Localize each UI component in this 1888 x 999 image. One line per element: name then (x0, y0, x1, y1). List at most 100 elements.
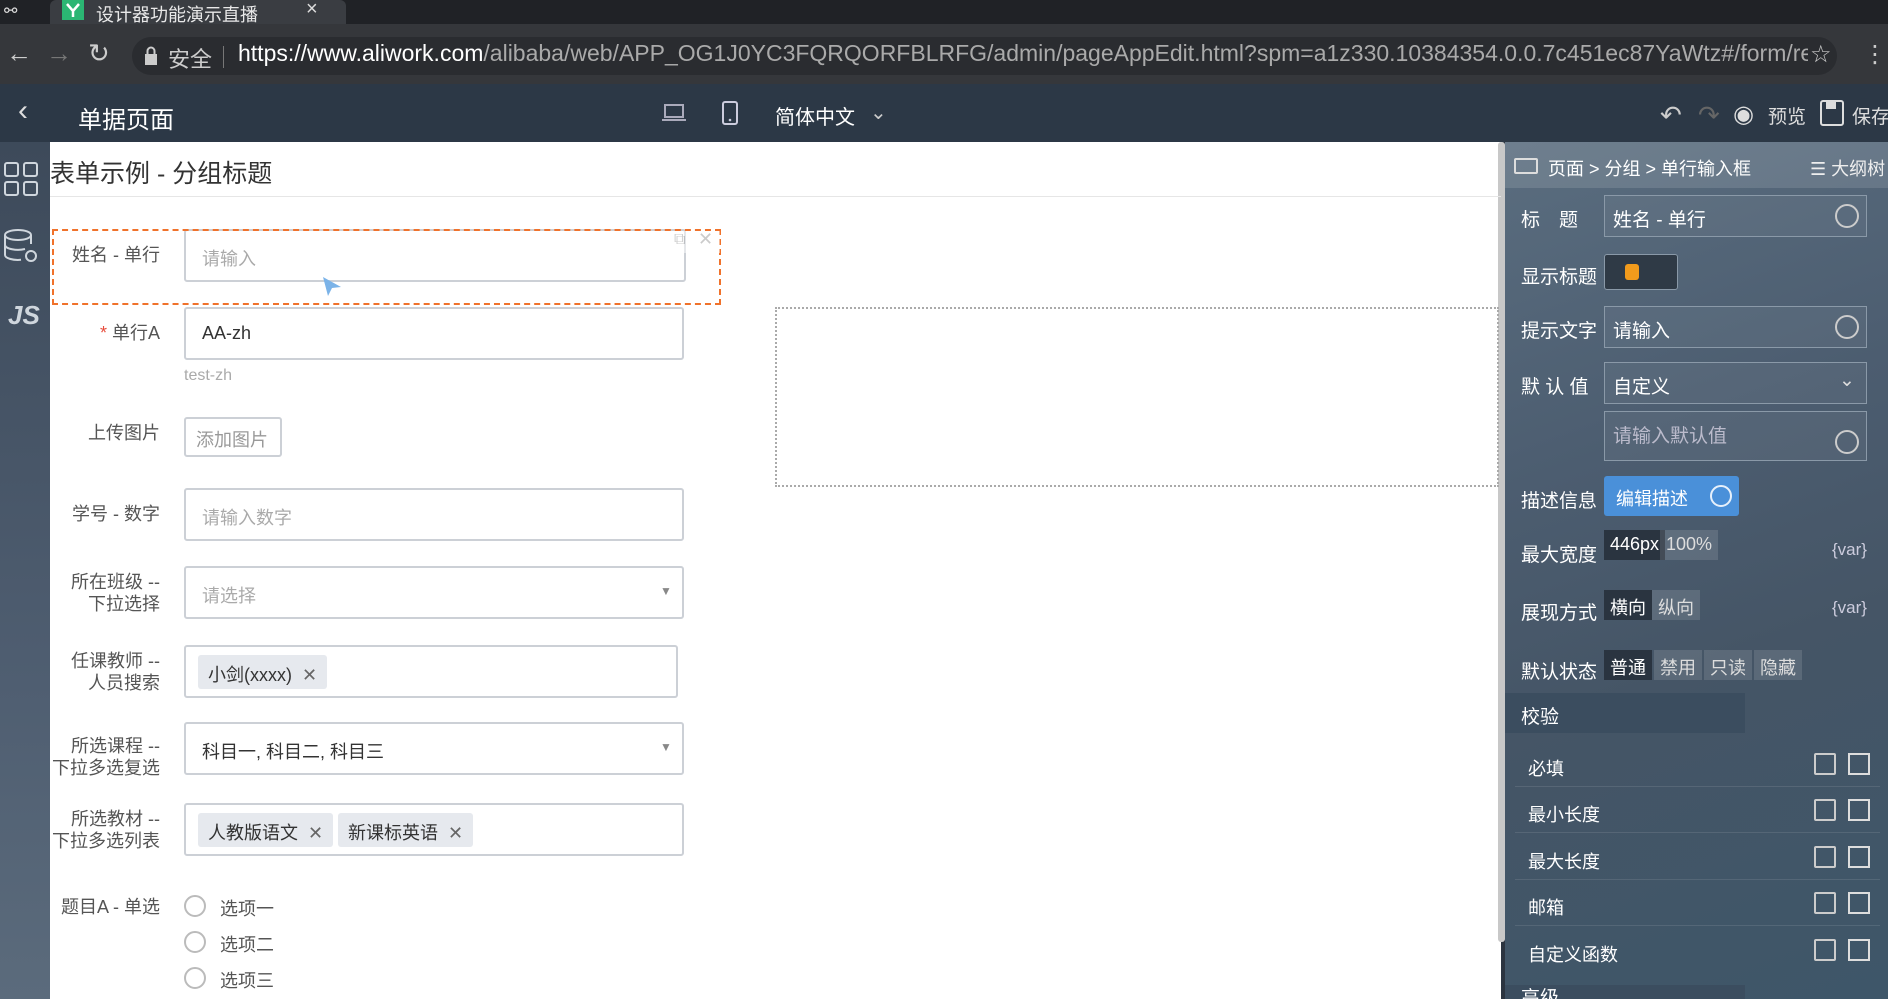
incognito-icon: ⚯ (4, 3, 18, 20)
url-text[interactable]: https://www.aliwork.com/alibaba/web/APP_… (238, 40, 1808, 67)
components-icon[interactable] (4, 162, 38, 196)
layout-drop-zone[interactable] (775, 307, 1499, 487)
textbook-tag-text: 人教版语文 (208, 823, 298, 843)
default-value-input[interactable]: 请输入默认值 (1604, 411, 1867, 461)
maxwidth-pct-option[interactable]: 100% (1660, 530, 1719, 560)
save-button[interactable]: 保存 (1852, 102, 1888, 129)
add-image-button[interactable]: 添加图片 (184, 417, 282, 457)
rule-checkbox[interactable] (1848, 799, 1870, 821)
edit-icon[interactable] (1814, 892, 1836, 914)
radio-option[interactable]: 选项二 (220, 931, 274, 957)
var-binding[interactable]: {var} (1832, 540, 1867, 560)
undo-icon[interactable]: ↶ (1660, 100, 1682, 131)
row-divider (1515, 925, 1880, 926)
textbook-label-1: 所选教材 -- (71, 809, 160, 829)
chevron-down-icon: ⌄ (1839, 370, 1855, 391)
teacher-tag[interactable]: 小剑(xxxx) ✕ (198, 655, 328, 689)
edit-icon[interactable] (1814, 799, 1836, 821)
title-prop-input[interactable]: 姓名 - 单行 (1604, 195, 1867, 237)
radio-option[interactable]: 选项三 (220, 967, 274, 993)
teacher-tag-text: 小剑(xxxx) (208, 665, 292, 685)
save-icon[interactable] (1820, 100, 1844, 126)
class-label-1: 所在班级 -- (71, 572, 160, 592)
outline-tree-button[interactable]: ☰ 大纲树 (1810, 155, 1885, 181)
state-option[interactable]: 普通 (1604, 650, 1652, 680)
teacher-search-input[interactable]: 小剑(xxxx) ✕ (184, 645, 678, 698)
show-title-label: 显示标题 (1521, 267, 1598, 288)
tag-remove-icon[interactable]: ✕ (302, 665, 317, 685)
default-value-placeholder: 请输入默认值 (1613, 426, 1728, 447)
class-select[interactable]: 请选择 ▼ (184, 566, 684, 619)
chevron-down-icon[interactable]: ⌄ (870, 100, 887, 125)
edit-icon[interactable] (1814, 753, 1836, 775)
courses-select[interactable]: 科目一, 科目二, 科目三 ▼ (184, 722, 684, 775)
globe-icon[interactable] (1835, 315, 1859, 339)
hint-prop-input[interactable]: 请输入 (1604, 306, 1867, 348)
globe-icon[interactable] (1835, 204, 1859, 228)
lock-icon (145, 46, 157, 65)
state-option[interactable]: 隐藏 (1754, 650, 1802, 680)
courses-label-2: 下拉多选复选 (52, 758, 160, 778)
rule-checkbox[interactable] (1848, 846, 1870, 868)
var-binding[interactable]: {var} (1832, 598, 1867, 618)
hint-prop-label: 提示文字 (1521, 321, 1598, 342)
breadcrumb[interactable]: 页面 > 分组 > 单行输入框 (1548, 155, 1751, 181)
desc-prop-label: 描述信息 (1521, 491, 1598, 512)
title-prop-label: 标 题 (1521, 210, 1579, 231)
eye-icon[interactable]: ◉ (1733, 100, 1754, 129)
caret-down-icon: ▼ (660, 740, 672, 754)
globe-icon[interactable] (1835, 430, 1859, 454)
single-a-input[interactable]: AA-zh (184, 307, 684, 360)
rule-checkbox[interactable] (1848, 939, 1870, 961)
secure-label: 安全 (168, 47, 213, 72)
row-divider (1515, 832, 1880, 833)
rule-checkbox[interactable] (1848, 892, 1870, 914)
tag-remove-icon[interactable]: ✕ (308, 823, 323, 843)
browser-menu-icon[interactable]: ⋮ (1863, 40, 1887, 69)
advanced-section-header[interactable]: 高级 (1505, 985, 1745, 999)
state-option[interactable]: 禁用 (1654, 650, 1702, 680)
edit-description-button[interactable]: 编辑描述 (1604, 476, 1739, 516)
app-back-icon[interactable]: ‹ (18, 96, 28, 126)
validation-rule: 自定义函数 (1528, 945, 1618, 965)
preview-button[interactable]: 预览 (1768, 102, 1806, 129)
layout-vertical-option[interactable]: 纵向 (1652, 590, 1700, 620)
selected-field-frame[interactable] (52, 229, 721, 305)
show-title-toggle[interactable] (1604, 254, 1678, 290)
tab-close-icon[interactable]: × (306, 0, 318, 21)
rule-checkbox[interactable] (1848, 753, 1870, 775)
textbook-tag[interactable]: 新课标英语 ✕ (338, 813, 474, 847)
datasource-gear-icon[interactable] (3, 228, 41, 266)
radio-button[interactable] (184, 967, 206, 989)
edit-icon[interactable] (1814, 939, 1836, 961)
radio-button[interactable] (184, 931, 206, 953)
field-toolbar[interactable]: ⧉ ✕ (670, 229, 720, 253)
back-icon[interactable]: ← (6, 40, 32, 66)
url-separator (223, 46, 224, 68)
maxwidth-px-option[interactable]: 446px (1604, 530, 1666, 560)
globe-icon (1710, 485, 1732, 507)
edit-icon[interactable] (1814, 846, 1836, 868)
radio-button[interactable] (184, 895, 206, 917)
default-mode-select[interactable]: 自定义 ⌄ (1604, 362, 1867, 404)
radio-option[interactable]: 选项一 (220, 895, 274, 921)
reload-icon[interactable]: ↻ (88, 40, 110, 66)
layout-horizontal-option[interactable]: 横向 (1604, 590, 1652, 620)
close-icon[interactable]: ✕ (698, 229, 713, 250)
textbook-select[interactable]: 人教版语文 ✕ 新课标英语 ✕ (184, 803, 684, 856)
bookmark-star-icon[interactable]: ☆ (1810, 40, 1832, 69)
validation-section-header[interactable]: 校验 (1505, 693, 1745, 733)
js-code-icon[interactable]: JS (8, 300, 40, 331)
tag-remove-icon[interactable]: ✕ (448, 823, 463, 843)
forward-icon[interactable]: → (46, 40, 72, 66)
textbook-tag[interactable]: 人教版语文 ✕ (198, 813, 334, 847)
mobile-view-icon[interactable] (722, 101, 738, 125)
canvas-scrollbar[interactable] (1498, 142, 1505, 942)
language-select[interactable]: 简体中文 (775, 101, 855, 130)
state-option[interactable]: 只读 (1704, 650, 1752, 680)
redo-icon[interactable]: ↷ (1698, 100, 1720, 131)
desktop-view-icon[interactable] (662, 103, 686, 123)
edit-description-label: 编辑描述 (1616, 489, 1688, 509)
copy-icon[interactable]: ⧉ (674, 231, 685, 249)
student-no-input[interactable]: 请输入数字 (184, 488, 684, 541)
